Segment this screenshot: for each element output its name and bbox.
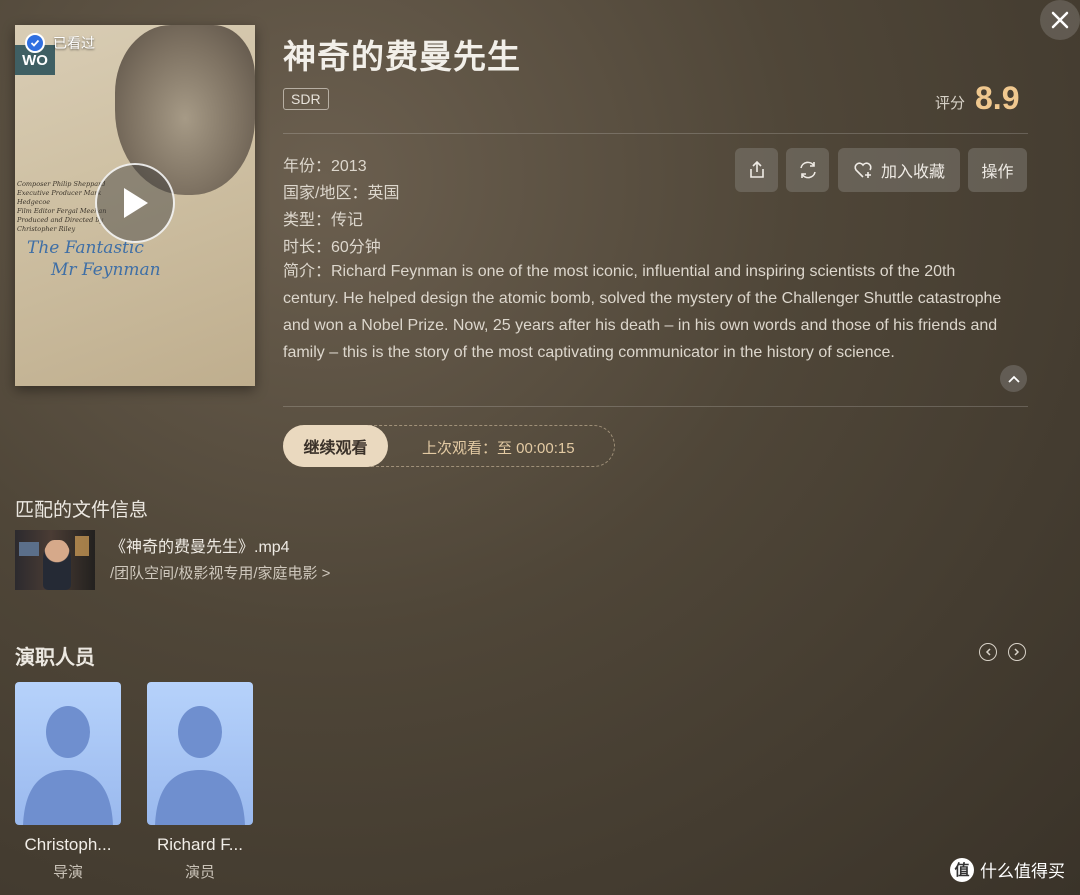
cast-role: 演员 <box>184 864 215 881</box>
play-button[interactable] <box>95 163 175 243</box>
thumbnail-lamp <box>75 536 89 556</box>
chevron-right-icon <box>1014 648 1020 656</box>
cast-section-title: 演职人员 <box>15 647 95 669</box>
share-icon <box>749 160 764 178</box>
share-button[interactable] <box>735 148 778 192</box>
check-icon <box>25 33 45 53</box>
continue-watching-button[interactable]: 继续观看 <box>283 425 388 467</box>
cast-card[interactable]: Christoph... 导演 <box>15 682 121 882</box>
avatar-placeholder <box>147 682 253 825</box>
close-icon <box>1051 11 1069 29</box>
summary-text: 简介：Richard Feynman is one of the most ic… <box>283 263 1002 361</box>
chevron-up-icon <box>1007 375 1020 383</box>
quality-badge: SDR <box>283 88 329 110</box>
chevron-left-icon <box>985 648 991 656</box>
person-icon <box>155 706 245 825</box>
collapse-button[interactable] <box>1000 365 1027 392</box>
year-info: 年份：2013 <box>283 158 367 175</box>
avatar-placeholder <box>15 682 121 825</box>
add-favorite-label: 加入收藏 <box>880 164 945 181</box>
add-favorite-button[interactable]: 加入收藏 <box>838 148 960 192</box>
duration-info: 时长：60分钟 <box>283 239 381 256</box>
poster[interactable]: WO Composer Philip Sheppard Executive Pr… <box>15 25 255 386</box>
rating-label: 评分 <box>935 95 966 112</box>
cast-prev-button[interactable] <box>979 643 997 661</box>
cast-name: Christoph... <box>24 835 112 854</box>
thumbnail-monitor <box>19 542 39 556</box>
last-watched-position: 上次观看：至 00:00:15 <box>422 440 575 457</box>
watermark-logo-icon: 值 <box>950 857 974 882</box>
cast-card[interactable]: Richard F... 演员 <box>147 682 253 882</box>
poster-title: The Fantastic Mr Feynman <box>27 238 161 280</box>
file-path-link[interactable]: /团队空间/极影视专用/家庭电影 > <box>110 562 330 583</box>
region-info: 国家/地区：英国 <box>283 185 400 202</box>
divider <box>283 133 1028 134</box>
page-title: 神奇的费曼先生 <box>283 38 521 75</box>
watched-badge: 已看过 <box>25 33 95 53</box>
divider <box>283 406 1028 407</box>
cast-name: Richard F... <box>157 835 243 854</box>
file-section-title: 匹配的文件信息 <box>15 500 149 521</box>
rating-value: 8.9 <box>975 80 1020 116</box>
thumbnail-person <box>43 540 71 590</box>
cast-next-button[interactable] <box>1008 643 1026 661</box>
person-icon <box>23 706 113 825</box>
genre-info: 类型：传记 <box>283 212 364 229</box>
close-button[interactable] <box>1040 0 1080 40</box>
play-icon <box>124 188 148 218</box>
file-thumbnail[interactable] <box>15 530 95 590</box>
watermark: 值 什么值得买 <box>950 857 1065 882</box>
watermark-text: 什么值得买 <box>980 862 1065 881</box>
cast-role: 导演 <box>52 864 83 881</box>
watched-label: 已看过 <box>53 35 95 51</box>
refresh-icon <box>799 161 816 179</box>
more-actions-button[interactable]: 操作 <box>968 148 1027 192</box>
heart-plus-icon <box>854 162 872 178</box>
refresh-button[interactable] <box>786 148 829 192</box>
more-actions-label: 操作 <box>981 164 1014 181</box>
file-name[interactable]: 《神奇的费曼先生》.mp4 <box>110 533 290 557</box>
